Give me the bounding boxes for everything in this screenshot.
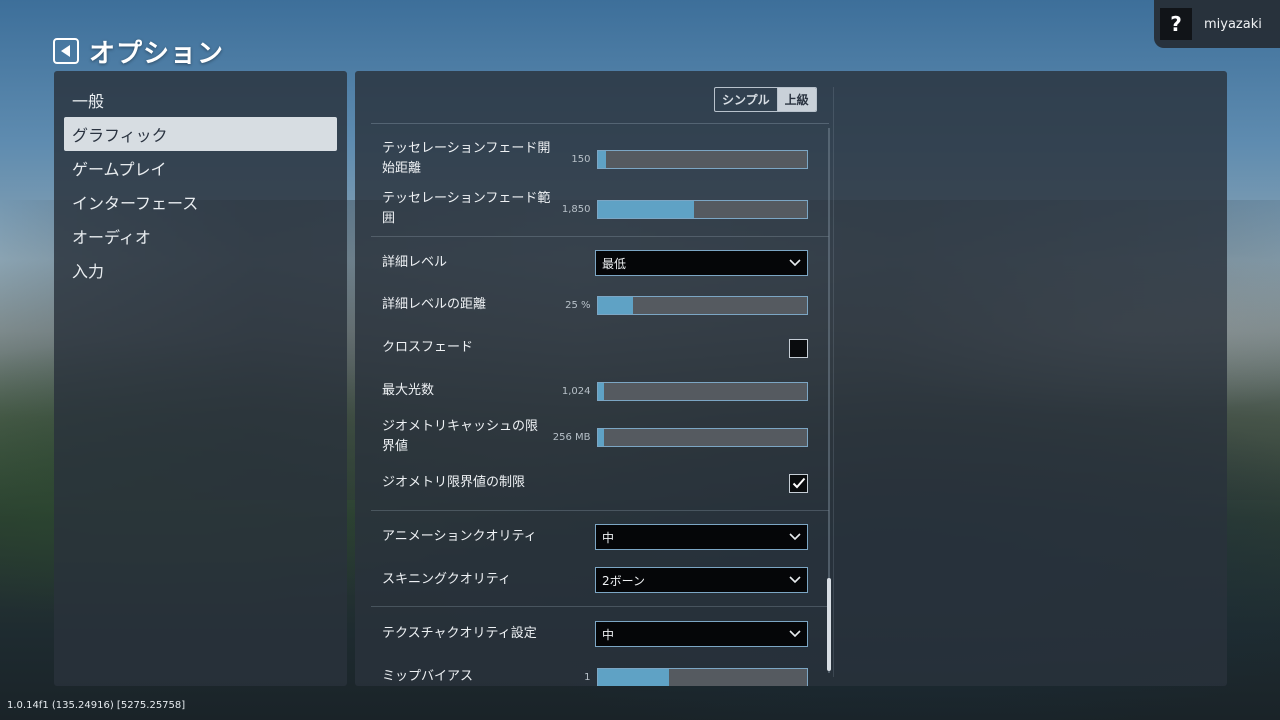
setting-row-cross-fade: クロスフェード [382,338,808,358]
chevron-down-icon [789,576,801,584]
category-gameplay[interactable]: ゲームプレイ [64,151,337,185]
tess-fade-start-slider[interactable] [596,149,808,169]
setting-label: ジオメトリ限界値の制限 [382,475,526,490]
setting-value: 1 [584,671,591,683]
slider-fill [597,382,604,400]
setting-label: テッセレーションフェード範囲 [382,191,551,226]
page-header: オプション [53,36,224,69]
setting-label: 詳細レベル [382,255,448,270]
cross-fade-checkbox[interactable] [789,338,808,358]
setting-row-mip-bias: ミップバイアス 1 [382,667,808,686]
column-divider [833,87,834,677]
dropdown-value: 2ボーン [602,573,646,588]
back-arrow-icon [61,45,70,57]
category-interface[interactable]: インターフェース [64,185,337,219]
category-panel: 一般 グラフィック ゲームプレイ インターフェース オーディオ 入力 [54,71,347,686]
category-input[interactable]: 入力 [64,253,337,287]
setting-label: アニメーションクオリティ [382,529,537,544]
category-audio[interactable]: オーディオ [64,219,337,253]
setting-row-detail-distance: 詳細レベルの距離 25 % [382,295,808,315]
setting-row-detail-level: 詳細レベル 最低 [382,250,808,276]
setting-row-geometry-limit: ジオメトリ限界値の制限 [382,473,808,493]
detail-distance-slider[interactable] [596,295,808,315]
setting-row-max-lights: 最大光数 1,024 [382,381,808,401]
tess-fade-range-slider[interactable] [596,199,808,219]
setting-value: 150 [571,153,591,165]
divider [371,606,829,607]
user-name[interactable]: miyazaki [1204,17,1262,32]
setting-value: 1,024 [561,385,591,397]
user-panel: ? miyazaki [1154,0,1280,48]
checkmark-icon [792,477,805,489]
detail-level-dropdown[interactable]: 最低 [595,250,808,276]
texture-quality-dropdown[interactable]: 中 [595,621,808,647]
setting-row-geometry-cache: ジオメトリキャッシュの限界値 256 MB [382,417,808,457]
setting-row-tess-fade-range: テッセレーションフェード範囲 1,850 [382,189,808,229]
help-button[interactable]: ? [1160,8,1192,40]
setting-row-skinning-quality: スキニングクオリティ 2ボーン [382,567,808,593]
dropdown-value: 最低 [602,256,627,271]
setting-value: 25 % [565,299,591,311]
slider-fill [597,428,604,446]
setting-label: ミップバイアス [382,669,474,684]
setting-value: 256 MB [552,431,591,443]
dropdown-value: 中 [602,627,615,642]
setting-row-tess-fade-start: テッセレーションフェード開始距離 150 [382,139,808,179]
settings-list: テッセレーションフェード開始距離 150 テッセレーションフェード範囲 1,85… [355,71,833,686]
skinning-quality-dropdown[interactable]: 2ボーン [595,567,808,593]
geometry-cache-slider[interactable] [596,427,808,447]
setting-value: 1,850 [561,203,591,215]
setting-label: テクスチャクオリティ設定 [382,626,537,641]
slider-fill [597,296,634,314]
animation-quality-dropdown[interactable]: 中 [595,524,808,550]
slider-fill [597,200,694,218]
scrollbar-thumb[interactable] [827,578,831,671]
setting-row-texture-quality: テクスチャクオリティ設定 中 [382,621,808,647]
max-lights-slider[interactable] [596,381,808,401]
slider-fill [597,150,606,168]
chevron-down-icon [789,630,801,638]
dropdown-value: 中 [602,530,615,545]
back-button[interactable] [53,38,79,64]
mip-bias-slider[interactable] [596,667,808,686]
geometry-limit-checkbox[interactable] [789,473,808,493]
setting-label: テッセレーションフェード開始距離 [382,141,551,176]
setting-row-animation-quality: アニメーションクオリティ 中 [382,524,808,550]
chevron-down-icon [789,533,801,541]
category-general[interactable]: 一般 [64,83,337,117]
setting-label: 詳細レベルの距離 [382,297,487,312]
page-title: オプション [89,38,225,69]
setting-label: 最大光数 [382,383,435,398]
setting-label: クロスフェード [382,340,474,355]
setting-label: ジオメトリキャッシュの限界値 [382,419,539,454]
divider [371,510,829,511]
category-graphics[interactable]: グラフィック [64,117,337,151]
divider [371,236,829,237]
chevron-down-icon [789,259,801,267]
settings-panel: シンプル 上級 テッセレーションフェード開始距離 150 テッセレーションフェー… [355,71,1227,686]
slider-fill [597,668,669,686]
setting-label: スキニングクオリティ [382,572,511,587]
version-label: 1.0.14f1 (135.24916) [5275.25758] [7,700,186,711]
